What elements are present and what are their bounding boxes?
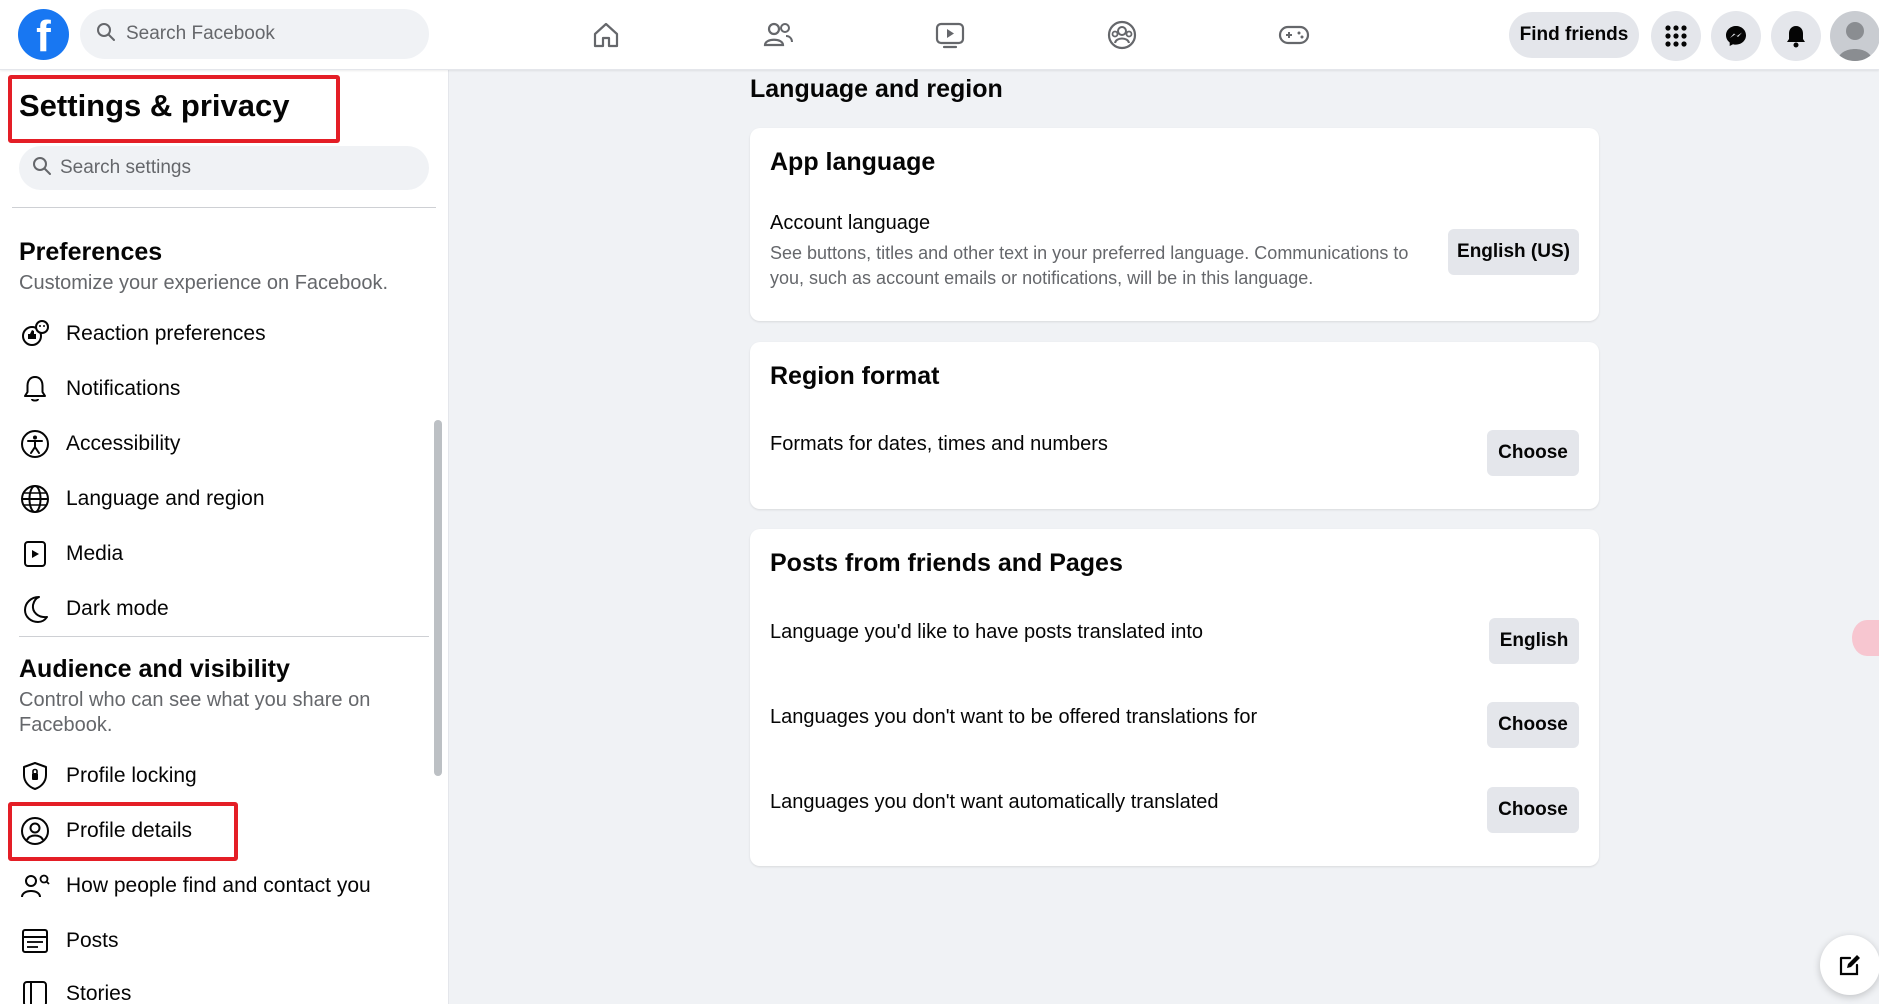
- preferences-section-title: Preferences: [19, 238, 163, 266]
- friends-icon[interactable]: [743, 12, 813, 58]
- account-language-button[interactable]: English (US): [1448, 229, 1579, 275]
- settings-search-placeholder: Search settings: [60, 157, 191, 178]
- page-title: Language and region: [750, 75, 1003, 103]
- watch-video-icon[interactable]: [915, 12, 985, 58]
- audience-section-title: Audience and visibility: [19, 655, 290, 683]
- divider: [12, 207, 436, 208]
- facebook-logo[interactable]: f: [18, 9, 69, 60]
- region-format-title: Region format: [770, 362, 940, 390]
- audience-section-subtitle: Control who can see what you share on Fa…: [19, 689, 371, 736]
- region-format-label: Formats for dates, times and numbers: [770, 433, 1108, 455]
- new-message-compose-icon[interactable]: [1820, 935, 1879, 995]
- moon-icon: [18, 592, 52, 626]
- app-language-card: App language Account language See button…: [750, 128, 1599, 321]
- gaming-icon[interactable]: [1259, 12, 1329, 58]
- posts-translation-card: Posts from friends and Pages Language yo…: [750, 529, 1599, 866]
- translate-extension-bubble[interactable]: [1852, 620, 1879, 656]
- sidebar-item-label: Stories: [66, 982, 132, 1004]
- search-icon: [96, 22, 116, 47]
- sidebar-item-reaction-preferences[interactable]: Reaction preferences: [12, 310, 432, 358]
- highlight-box-settings-title: [8, 75, 340, 143]
- shield-icon: [18, 759, 52, 793]
- account-language-description: See buttons, titles and other text in yo…: [770, 243, 1409, 288]
- sidebar-item-label: Accessibility: [66, 432, 181, 455]
- translate-into-label: Language you'd like to have posts transl…: [770, 621, 1204, 643]
- sidebar-item-label: Notifications: [66, 377, 181, 400]
- no-offer-translation-choose-button[interactable]: Choose: [1487, 702, 1579, 748]
- app-language-title: App language: [770, 148, 936, 176]
- top-navigation-bar: f Search Facebook Find friends: [0, 0, 1879, 70]
- sidebar-item-label: Language and region: [66, 487, 265, 510]
- settings-search-input[interactable]: Search settings: [19, 146, 429, 190]
- highlight-box-profile-details: [8, 802, 238, 861]
- sidebar-item-media[interactable]: Media: [12, 530, 432, 578]
- accessibility-icon: [18, 427, 52, 461]
- no-offer-translation-label: Languages you don't want to be offered t…: [770, 706, 1258, 728]
- settings-sidebar: Settings & privacy Search settings Prefe…: [0, 70, 449, 1004]
- menu-grid-icon[interactable]: [1651, 11, 1701, 61]
- sidebar-item-stories[interactable]: Stories: [12, 970, 432, 1004]
- sidebar-item-label: Reaction preferences: [66, 322, 266, 345]
- groups-icon[interactable]: [1087, 12, 1157, 58]
- sidebar-item-label: How people find and contact you: [66, 874, 371, 897]
- search-placeholder: Search Facebook: [126, 23, 275, 44]
- globe-icon: [18, 482, 52, 516]
- account-language-label: Account language: [770, 212, 931, 234]
- media-icon: [18, 537, 52, 571]
- no-auto-translate-choose-button[interactable]: Choose: [1487, 787, 1579, 833]
- sidebar-item-label: Profile locking: [66, 764, 197, 787]
- people-search-icon: [18, 869, 52, 903]
- sidebar-item-how-people-find-you[interactable]: How people find and contact you: [12, 862, 432, 910]
- home-icon[interactable]: [571, 12, 641, 58]
- translate-into-button[interactable]: English: [1489, 618, 1579, 664]
- sidebar-scrollbar[interactable]: [434, 420, 442, 776]
- no-auto-translate-label: Languages you don't want automatically t…: [770, 791, 1219, 813]
- divider: [19, 636, 429, 637]
- posts-icon: [18, 924, 52, 958]
- region-format-card: Region format Formats for dates, times a…: [750, 342, 1599, 509]
- facebook-search-input[interactable]: Search Facebook: [80, 9, 429, 59]
- region-format-choose-button[interactable]: Choose: [1487, 430, 1579, 476]
- sidebar-item-posts[interactable]: Posts: [12, 917, 432, 965]
- notifications-bell-icon[interactable]: [1771, 11, 1821, 61]
- profile-avatar[interactable]: [1830, 11, 1879, 61]
- sidebar-item-label: Dark mode: [66, 597, 169, 620]
- search-icon: [32, 156, 52, 181]
- sidebar-item-language-and-region[interactable]: Language and region: [12, 475, 432, 523]
- posts-translation-title: Posts from friends and Pages: [770, 549, 1123, 577]
- preferences-section-subtitle: Customize your experience on Facebook.: [19, 272, 389, 294]
- sidebar-item-notifications[interactable]: Notifications: [12, 365, 432, 413]
- sidebar-item-accessibility[interactable]: Accessibility: [12, 420, 432, 468]
- reaction-icon: [18, 317, 52, 351]
- sidebar-item-profile-locking[interactable]: Profile locking: [12, 752, 432, 800]
- sidebar-item-label: Media: [66, 542, 124, 565]
- messenger-icon[interactable]: [1711, 11, 1761, 61]
- stories-icon: [18, 977, 52, 1004]
- find-friends-button[interactable]: Find friends: [1509, 12, 1639, 58]
- sidebar-item-label: Posts: [66, 929, 119, 952]
- bell-icon: [18, 372, 52, 406]
- sidebar-item-dark-mode[interactable]: Dark mode: [12, 585, 432, 633]
